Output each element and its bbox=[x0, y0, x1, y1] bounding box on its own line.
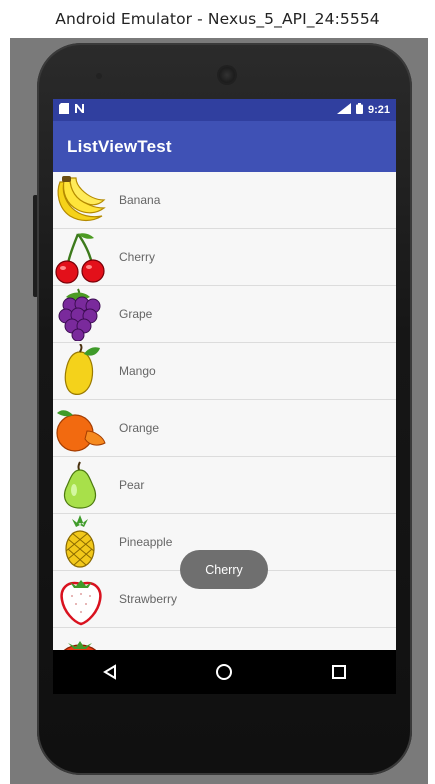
mango-icon bbox=[53, 343, 109, 399]
list-item-label: Strawberry bbox=[119, 592, 178, 606]
cherry-icon bbox=[53, 229, 109, 285]
sd-card-icon bbox=[59, 103, 69, 117]
list-item-label: Banana bbox=[119, 193, 161, 207]
grape-icon bbox=[53, 286, 109, 342]
back-icon bbox=[103, 664, 117, 680]
strawberry-icon bbox=[53, 571, 109, 627]
orange-icon bbox=[53, 400, 109, 456]
back-button[interactable] bbox=[86, 650, 134, 694]
list-item[interactable]: Grape bbox=[53, 286, 396, 343]
home-button[interactable] bbox=[200, 650, 248, 694]
pineapple-icon bbox=[53, 514, 109, 570]
sensor-icon bbox=[96, 73, 102, 79]
front-camera-icon bbox=[219, 67, 235, 83]
recents-button[interactable] bbox=[315, 650, 363, 694]
app-bar: ListViewTest bbox=[53, 121, 396, 172]
list-item-label: Pear bbox=[119, 478, 145, 492]
device-screen: 9:21 ListViewTest Banana Cherry Grape Ma… bbox=[53, 99, 396, 694]
emulator-title-bar: Android Emulator - Nexus_5_API_24:5554 bbox=[0, 0, 435, 38]
status-time: 9:21 bbox=[367, 104, 390, 116]
recents-icon bbox=[331, 665, 346, 679]
list-item[interactable]: Pear bbox=[53, 457, 396, 514]
list-item-label: Grape bbox=[119, 307, 153, 321]
fruit-list[interactable]: Banana Cherry Grape Mango Orange Pear Pi… bbox=[53, 172, 396, 685]
home-icon bbox=[216, 664, 233, 680]
list-item-label: Pineapple bbox=[119, 535, 173, 549]
list-item[interactable]: Orange bbox=[53, 400, 396, 457]
window-title: Android Emulator - Nexus_5_API_24:5554 bbox=[55, 10, 380, 28]
banana-icon bbox=[53, 172, 109, 228]
toast-message: Cherry bbox=[180, 550, 268, 589]
list-item[interactable]: Banana bbox=[53, 172, 396, 229]
notification-n-icon bbox=[74, 103, 85, 117]
battery-icon bbox=[355, 103, 363, 117]
list-item[interactable]: Cherry bbox=[53, 229, 396, 286]
pear-icon bbox=[53, 457, 109, 513]
signal-icon bbox=[336, 103, 351, 117]
app-title: ListViewTest bbox=[67, 136, 172, 156]
list-item[interactable]: Mango bbox=[53, 343, 396, 400]
navigation-bar bbox=[53, 650, 396, 694]
toast-text: Cherry bbox=[205, 562, 243, 577]
list-item-label: Cherry bbox=[119, 250, 156, 264]
status-bar: 9:21 bbox=[53, 99, 396, 121]
list-item-label: Orange bbox=[119, 421, 160, 435]
list-item-label: Mango bbox=[119, 364, 156, 378]
